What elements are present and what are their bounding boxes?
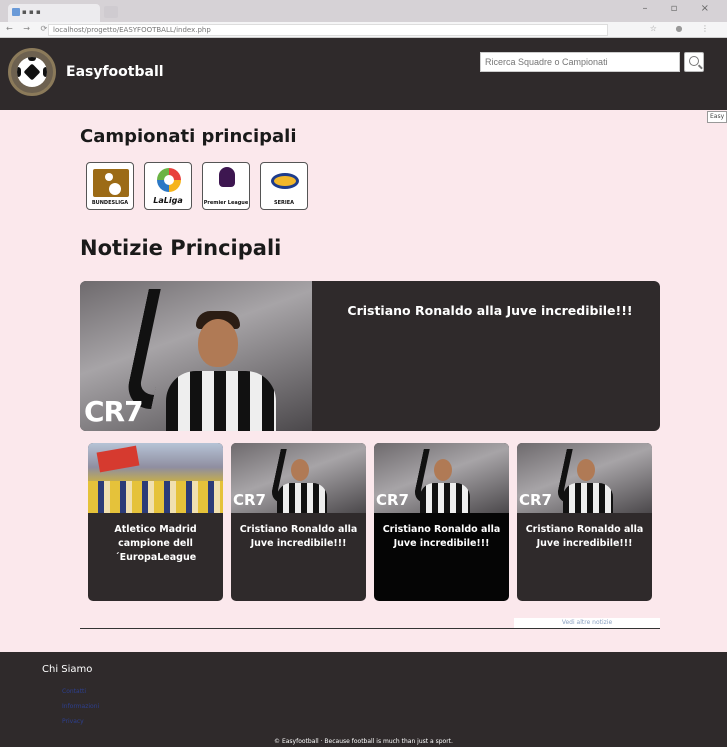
league-label: Premier League [203,200,249,206]
browser-extension-icons[interactable]: ☆ ● ⋮ [650,24,717,33]
footer-heading: Chi Siamo [42,664,93,675]
player-photo [198,319,238,367]
site-footer: Chi Siamo Contatti Informazioni Privacy … [0,652,727,747]
news-title: Notizie Principali [80,236,282,260]
footer-link-informazioni[interactable]: Informazioni [62,703,99,710]
image-caption: CR7 [376,491,409,509]
league-seriea[interactable]: SERIEA [260,162,308,210]
league-label: LaLiga [153,196,183,205]
featured-title[interactable]: Cristiano Ronaldo alla Juve incredibile!… [320,303,660,318]
league-premier[interactable]: Premier League [202,162,250,210]
image-caption: CR7 [233,491,266,509]
news-card[interactable]: Atletico Madrid campione dell´EuropaLeag… [88,443,223,601]
favicon-icon [12,8,20,16]
image-caption: CR7 [519,491,552,509]
image-caption: CR7 [84,395,144,428]
footer-link-privacy[interactable]: Privacy [62,718,84,725]
news-card-title: Cristiano Ronaldo alla Juve incredibile!… [239,524,358,549]
news-card-title: Atletico Madrid campione dell´EuropaLeag… [114,524,197,563]
news-card[interactable]: CR7 Cristiano Ronaldo alla Juve incredib… [231,443,366,601]
serie-a-logo-icon [271,173,299,189]
logo-ball [17,57,47,87]
league-bundesliga[interactable]: BUNDESLIGA [86,162,134,210]
league-laliga[interactable]: LaLiga [144,162,192,210]
leagues-title: Campionati principali [80,126,297,147]
address-bar: ← → ⟳ localhost/progetto/EASYFOOTBALL/in… [0,22,727,38]
browser-nav-buttons[interactable]: ← → ⟳ [6,24,51,33]
url-field[interactable]: localhost/progetto/EASYFOOTBALL/index.ph… [48,24,608,36]
site-header: Easyfootball [0,38,727,110]
news-image: CR7 [231,443,366,513]
bundesliga-logo-icon [93,169,129,197]
news-card[interactable]: CR7 Cristiano Ronaldo alla Juve incredib… [374,443,509,601]
window-controls[interactable]: – ▫ × [642,3,719,14]
new-tab-button[interactable] [104,6,118,18]
copyright-text: © Easyfootball · Because football is muc… [274,738,453,745]
browser-tab-title: ▪ ▪ ▪ [22,8,41,16]
footer-link-contatti[interactable]: Contatti [62,688,86,695]
soccer-ball-icon[interactable] [8,48,56,96]
search-button[interactable] [684,52,704,72]
browser-titlebar: ▪ ▪ ▪ – ▫ × [0,0,727,22]
more-news-link[interactable]: Vedi altre notizie [514,618,660,628]
side-tab[interactable]: Easy [707,111,727,123]
league-label: BUNDESLIGA [91,200,129,206]
news-image: CR7 [517,443,652,513]
brand-name[interactable]: Easyfootball [66,64,164,80]
search-input[interactable] [480,52,680,72]
news-image: CR7 [374,443,509,513]
news-card-title: Cristiano Ronaldo alla Juve incredibile!… [382,524,501,549]
browser-tab[interactable]: ▪ ▪ ▪ [8,4,100,22]
news-card[interactable]: CR7 Cristiano Ronaldo alla Juve incredib… [517,443,652,601]
premier-league-logo-icon [219,167,235,187]
news-card-title: Cristiano Ronaldo alla Juve incredibile!… [525,524,644,549]
featured-image: CR7 [80,281,312,431]
laliga-logo-icon [157,168,181,192]
divider [80,628,660,629]
league-label: SERIEA [273,200,294,206]
featured-news[interactable]: CR7 Cristiano Ronaldo alla Juve incredib… [80,281,660,431]
news-image [88,443,223,513]
